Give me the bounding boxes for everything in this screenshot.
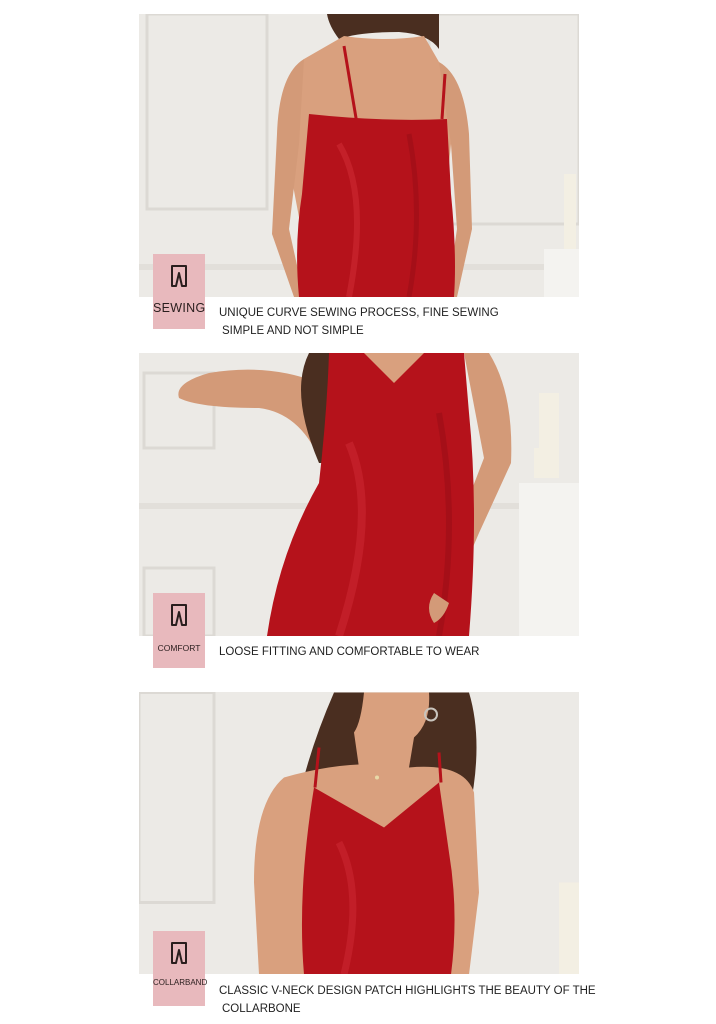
badge-label: SEWING <box>153 301 206 315</box>
feature-badge-comfort: COMFORT <box>153 593 205 668</box>
description-line-2: SIMPLE AND NOT SIMPLE <box>222 325 364 337</box>
badge-label: COMFORT <box>157 643 201 653</box>
description-line-1: LOOSE FITTING AND COMFORTABLE TO WEAR <box>219 646 480 658</box>
trousers-icon <box>171 265 187 287</box>
product-photo-front-view <box>139 353 579 636</box>
badge-label: COLLARBAND <box>153 978 208 987</box>
description-line-2: COLLARBONE <box>222 1003 301 1015</box>
description-line-1: CLASSIC V-NECK DESIGN PATCH HIGHLIGHTS T… <box>219 985 596 997</box>
product-photo-back-view <box>139 14 579 297</box>
feature-description: LOOSE FITTING AND COMFORTABLE TO WEAR <box>219 643 480 661</box>
product-photo-neckline-view <box>139 692 579 974</box>
trousers-icon <box>171 604 187 626</box>
neckline-view-illustration <box>139 692 579 974</box>
back-view-illustration <box>139 14 579 297</box>
feature-description: CLASSIC V-NECK DESIGN PATCH HIGHLIGHTS T… <box>219 982 596 1018</box>
description-line-1: UNIQUE CURVE SEWING PROCESS, FINE SEWING <box>219 307 499 319</box>
front-view-illustration <box>139 353 579 636</box>
feature-description: UNIQUE CURVE SEWING PROCESS, FINE SEWING… <box>219 304 499 340</box>
feature-badge-sewing: SEWING <box>153 254 205 329</box>
feature-badge-collarband: COLLARBAND <box>153 931 208 1006</box>
trousers-icon <box>171 942 187 964</box>
